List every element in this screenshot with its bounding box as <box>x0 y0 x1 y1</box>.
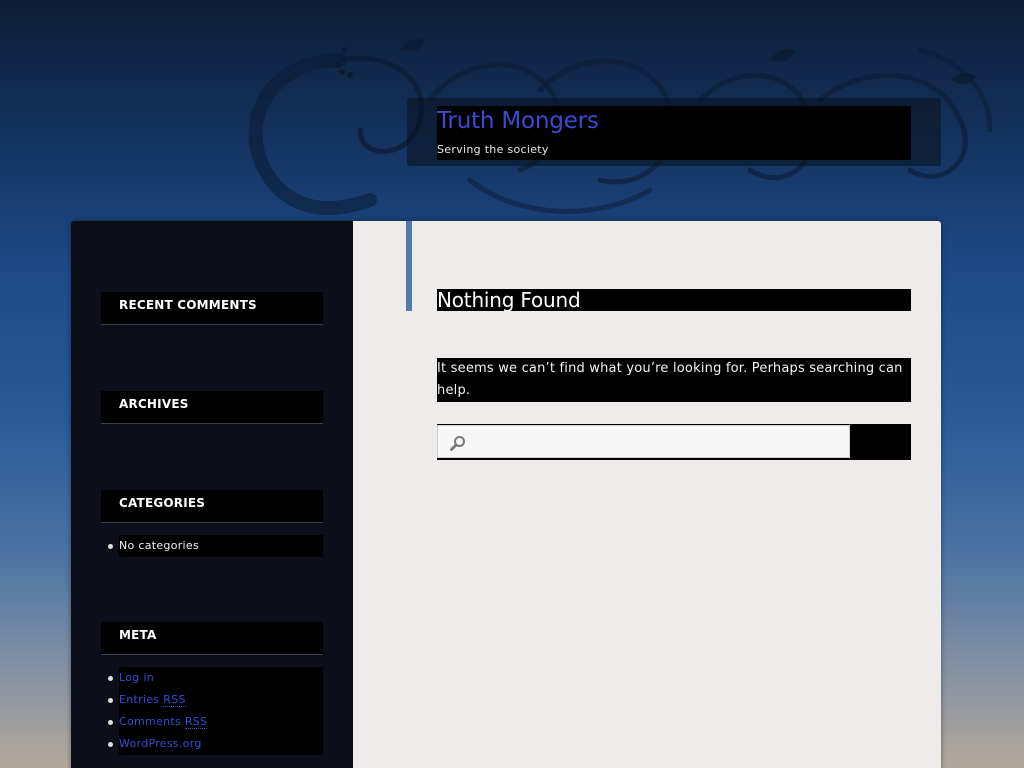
entries-rss-abbr: RSS <box>163 693 186 707</box>
meta-list: Log in Entries RSS Comments RSS WordPres… <box>101 667 323 755</box>
page-title: Nothing Found <box>437 289 911 311</box>
list-item: WordPress.org <box>101 733 323 755</box>
accent-bar <box>406 221 412 311</box>
list-item: Comments RSS <box>101 711 323 733</box>
search-input[interactable] <box>437 425 850 458</box>
site-tagline: Serving the society <box>437 143 549 156</box>
categories-list: No categories <box>101 535 323 557</box>
widget-title-categories: CATEGORIES <box>101 490 323 523</box>
comments-rss-abbr: RSS <box>184 715 208 729</box>
comments-rss-prefix: Comments <box>119 715 185 728</box>
wordpress-org-link[interactable]: WordPress.org <box>119 737 202 750</box>
not-found-message: It seems we can’t find what you’re looki… <box>437 358 911 402</box>
widget-title-archives: ARCHIVES <box>101 391 323 424</box>
page-frame: RECENT COMMENTS ARCHIVES CATEGORIES No c… <box>71 221 941 768</box>
site-title-link[interactable]: Truth Mongers <box>437 108 599 134</box>
list-item: Log in <box>101 667 323 689</box>
entries-rss-prefix: Entries <box>119 693 164 706</box>
widget-title-meta: META <box>101 622 323 655</box>
sidebar: RECENT COMMENTS ARCHIVES CATEGORIES No c… <box>71 221 353 768</box>
category-item-none: No categories <box>101 535 323 557</box>
search-form <box>437 424 911 460</box>
entries-rss-link[interactable]: Entries RSS <box>119 693 186 707</box>
list-item: Entries RSS <box>101 689 323 711</box>
comments-rss-link[interactable]: Comments RSS <box>119 715 208 729</box>
widget-title-recent-comments: RECENT COMMENTS <box>101 292 323 325</box>
log-in-link[interactable]: Log in <box>119 671 154 684</box>
search-submit-button[interactable] <box>851 424 911 460</box>
